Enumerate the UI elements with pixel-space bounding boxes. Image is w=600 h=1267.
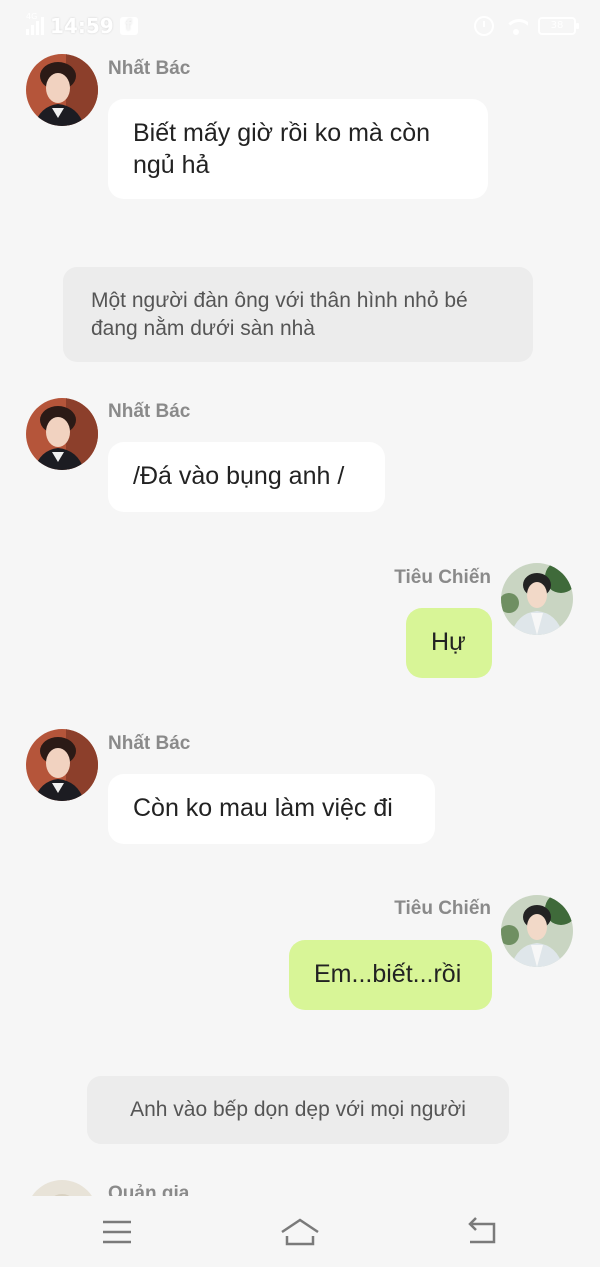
avatar-image (26, 398, 98, 470)
status-time: 14:59 (50, 14, 114, 38)
avatar-tieu-chien[interactable] (501, 895, 573, 967)
back-button[interactable] (460, 1212, 504, 1252)
network-type: 4G (26, 12, 38, 21)
sender-name: Nhất Bác (108, 401, 191, 422)
message-bubble-incoming[interactable]: /Đá vào bụng anh / (108, 442, 385, 512)
avatar-nhat-bac[interactable] (26, 398, 98, 470)
message-bubble-outgoing[interactable]: Hự (406, 608, 492, 678)
sender-name: Tiêu Chiến (394, 567, 491, 588)
sender-name: Nhất Bác (108, 733, 191, 754)
message-bubble-incoming[interactable]: Còn ko mau làm việc đi (108, 774, 435, 844)
battery-icon: 38 (538, 17, 579, 35)
status-right: 38 (474, 16, 579, 36)
narration-box[interactable]: Một người đàn ông với thân hình nhỏ bé đ… (63, 267, 533, 362)
menu-icon (103, 1220, 131, 1244)
back-icon (468, 1217, 496, 1244)
menu-button[interactable] (95, 1212, 139, 1252)
narration-box[interactable]: Anh vào bếp dọn dẹp với mọi người (87, 1076, 509, 1144)
avatar-tieu-chien[interactable] (501, 563, 573, 635)
message-bubble-incoming[interactable]: Biết mấy giờ rồi ko mà còn ngủ hả (108, 99, 488, 199)
wifi-icon (504, 17, 528, 35)
alarm-icon (474, 16, 494, 36)
navigation-bar (0, 1196, 600, 1267)
chat-screen: 14:59 f 4G 38 Nhất Bác Biết mấy giờ rồi … (0, 0, 600, 1267)
avatar-image (501, 895, 573, 967)
home-icon (281, 1218, 319, 1246)
message-bubble-outgoing[interactable]: Em...biết...rồi (289, 940, 492, 1010)
battery-level: 38 (550, 20, 564, 31)
avatar-image (501, 563, 573, 635)
avatar-nhat-bac[interactable] (26, 54, 98, 126)
sender-name: Tiêu Chiến (394, 898, 491, 919)
avatar-image (26, 54, 98, 126)
status-bar: 14:59 f 4G 38 (0, 0, 600, 52)
avatar-nhat-bac[interactable] (26, 729, 98, 801)
facebook-icon: f (119, 17, 138, 35)
sender-name: Nhất Bác (108, 58, 191, 79)
home-button[interactable] (278, 1212, 322, 1252)
avatar-image (26, 729, 98, 801)
status-left: 14:59 f (26, 14, 138, 38)
